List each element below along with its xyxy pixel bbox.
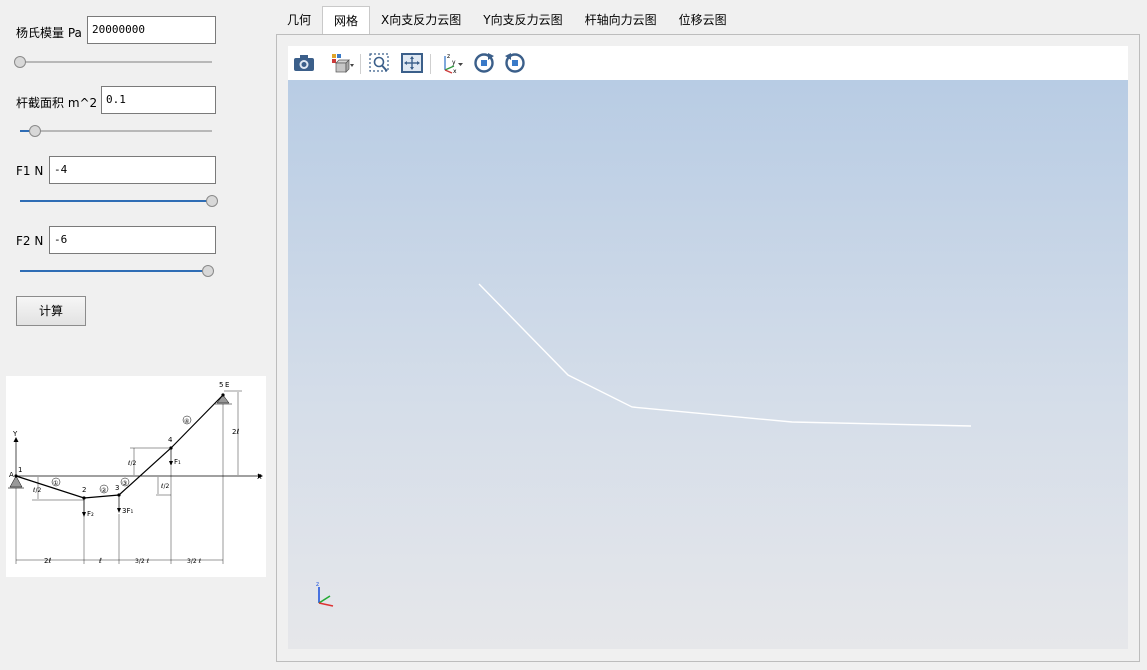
node-label-3: 3 [115,484,119,492]
node-letter-a: A [9,471,14,479]
truss-members [15,394,224,499]
dim-side-1: ℓ/2 [32,487,42,494]
youngs-modulus-label: 杨氏模量 Pa [16,26,82,40]
zoom-box-icon[interactable] [368,52,392,74]
toolbar-separator [360,54,361,74]
svg-text:x: x [453,68,457,74]
y-axis-label: Y [12,430,18,438]
dim-bottom-3: 3/2 ℓ [135,558,149,565]
viewer-toolbar: z y x [288,46,1128,80]
node-label-5: 5 [219,381,223,389]
rotate-cw-icon[interactable] [472,52,496,74]
load-f2-label: F₂ [87,510,94,518]
tab-axial-force-contour[interactable]: 杆轴向力云图 [574,6,668,34]
tab-bar: 几何 网格 X向支反力云图 Y向支反力云图 杆轴向力云图 位移云图 [276,6,738,34]
truss-diagram: X Y A 1 2 3 4 5 E ① ② ③ ④ F₂ 3F₁ F₁ ℓ/2 … [6,376,266,577]
area-slider[interactable] [20,125,212,137]
f1-input[interactable]: -4 [49,156,216,184]
tab-displacement-contour[interactable]: 位移云图 [668,6,738,34]
area-input[interactable]: 0.1 [101,86,216,114]
element-label-2: ② [101,487,107,494]
viewport-3d[interactable]: z [288,80,1128,649]
area-label: 杆截面积 m^2 [16,96,98,110]
rotate-ccw-icon[interactable] [503,52,527,74]
node-label-4: 4 [168,436,173,444]
fit-all-icon[interactable] [400,52,424,74]
node-label-1: 1 [18,466,22,474]
dim-side-2: ℓ/2 [127,460,137,467]
node-letter-e: E [225,381,229,389]
tab-geometry[interactable]: 几何 [276,6,322,34]
element-label-3: ③ [122,480,127,487]
slider-fill [20,200,212,202]
axes-triad-icon: z [316,581,334,607]
slider-handle[interactable] [29,125,42,137]
mesh-view: z [316,283,972,607]
slider-fill [20,270,209,272]
dim-side-4: 2ℓ [232,428,239,436]
f1-label: F1 N [16,164,44,178]
svg-text:z: z [447,53,450,60]
mesh-lines [478,283,972,427]
tab-mesh[interactable]: 网格 [322,6,371,34]
slider-handle[interactable] [206,195,218,207]
f1-slider[interactable] [20,195,218,207]
youngs-modulus-slider[interactable] [14,56,212,68]
slider-handle[interactable] [14,56,26,68]
f2-label: F2 N [16,234,44,248]
tab-x-reaction-contour[interactable]: X向支反力云图 [370,6,472,34]
slider-handle[interactable] [202,265,215,277]
element-label-4: ④ [184,418,189,425]
toolbar-separator [430,54,431,74]
load-f1-label: F₁ [174,458,181,466]
view-cube-icon[interactable] [330,52,354,74]
dim-side-3: ℓ/2 [160,483,170,490]
node-dot [14,474,18,478]
dim-bottom-2: ℓ [98,557,102,565]
f2-input[interactable]: -6 [49,226,216,254]
slider-track [20,61,212,63]
calculate-button[interactable]: 计算 [16,296,86,326]
camera-icon[interactable] [292,52,316,74]
svg-text:z: z [316,581,319,588]
slider-track [20,130,212,132]
load-3f1-arrowhead [117,508,121,513]
node-label-2: 2 [82,486,86,494]
truss-diagram-figure: X Y A 1 2 3 4 5 E ① ② ③ ④ F₂ 3F₁ F₁ ℓ/2 … [8,381,263,565]
youngs-modulus-input[interactable]: 20000000 [87,16,216,44]
tab-y-reaction-contour[interactable]: Y向支反力云图 [472,6,573,34]
element-label-1: ① [53,480,58,487]
dim-bottom-1: 2ℓ [44,557,51,565]
svg-text:y: y [452,59,456,66]
x-axis-label: X [257,473,262,481]
load-f1-arrowhead [169,461,173,466]
node-dot [221,393,225,397]
load-3f1-label: 3F₁ [122,507,133,515]
f2-slider[interactable] [20,265,215,277]
dim-bottom-4: 3/2 ℓ [187,558,201,565]
axes-orientation-icon[interactable]: z y x [439,52,463,74]
